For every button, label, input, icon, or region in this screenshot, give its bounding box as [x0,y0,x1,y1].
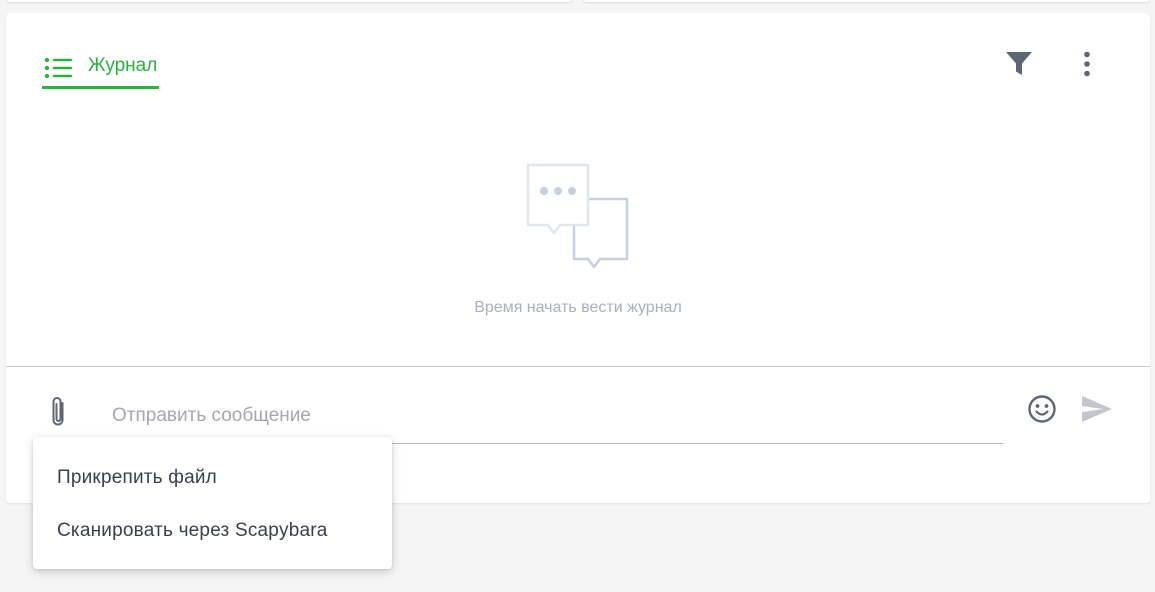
previous-card-right [583,0,1150,2]
smiley-icon [1027,394,1057,429]
more-button[interactable] [1070,49,1104,83]
menu-item-scan-scapybara[interactable]: Сканировать через Scapybara [33,504,392,557]
menu-item-attach-file[interactable]: Прикрепить файл [33,451,392,504]
attach-button[interactable] [40,393,76,433]
send-button[interactable] [1079,394,1115,428]
send-icon [1081,395,1113,428]
attach-menu: Прикрепить файл Сканировать через Scapyb… [33,437,392,569]
tab-journal[interactable]: Журнал [42,49,160,89]
list-icon [44,56,72,80]
filter-icon [1005,51,1033,82]
empty-state: Время начать вести журнал [6,163,1150,317]
more-vertical-icon [1083,51,1091,82]
emoji-button[interactable] [1025,394,1059,428]
journal-card: Журнал Время начать вести журнал Отправи… [6,13,1150,503]
tab-journal-label: Журнал [88,54,158,76]
chat-bubbles-icon [526,163,636,273]
previous-card-left [6,0,572,2]
paperclip-icon [48,394,68,433]
message-input[interactable] [112,389,1003,444]
header-actions [1002,49,1104,83]
filter-button[interactable] [1002,49,1036,83]
empty-state-text: Время начать вести журнал [474,299,682,316]
